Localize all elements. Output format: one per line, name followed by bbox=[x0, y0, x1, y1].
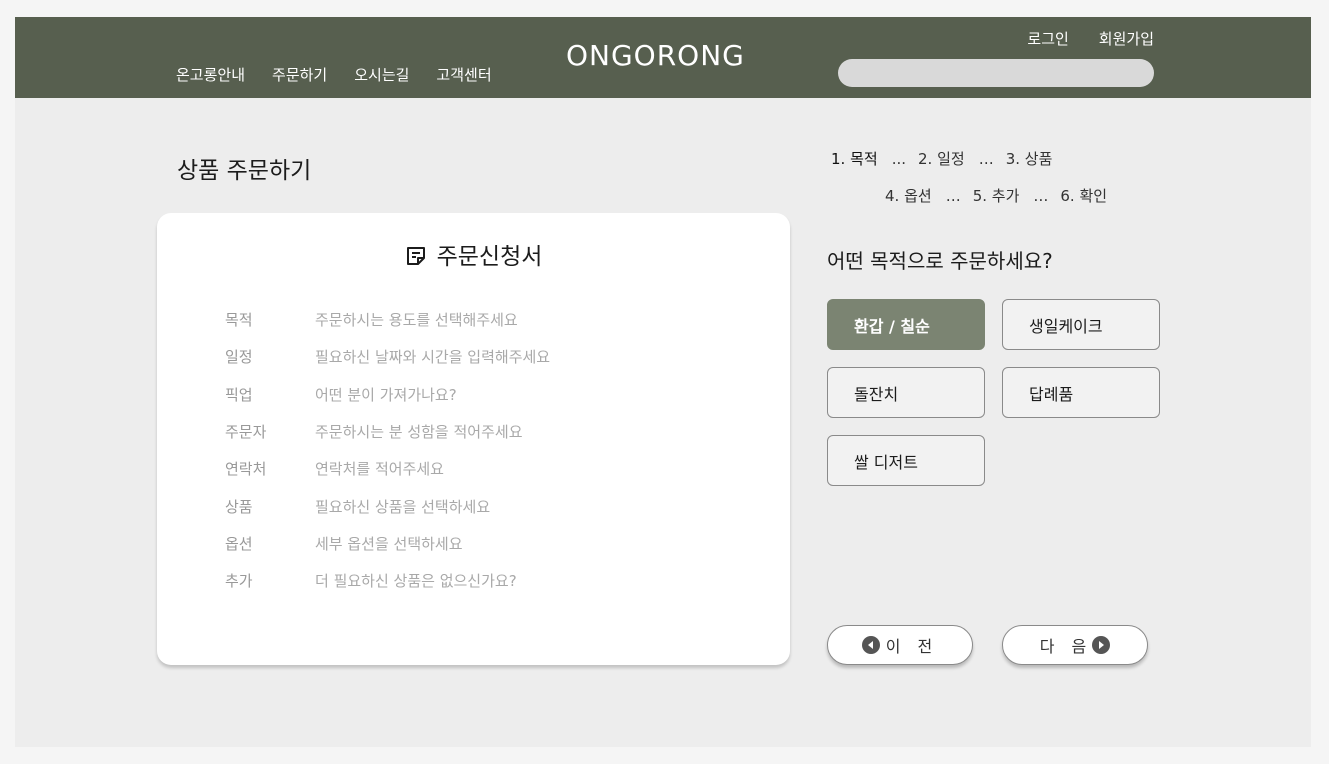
row-label: 일정 bbox=[225, 348, 253, 366]
step-4: 4. 옵션 bbox=[885, 187, 932, 205]
step-2: 2. 일정 bbox=[918, 150, 965, 168]
option-first-birthday-button[interactable]: 돌잔치 bbox=[827, 367, 985, 418]
nav-directions[interactable]: 오시는길 bbox=[354, 64, 409, 85]
order-form-card: 주문신청서 목적 주문하시는 용도를 선택해주세요 일정 필요하신 날짜와 시간… bbox=[157, 213, 790, 665]
row-placeholder: 어떤 분이 가져가나요? bbox=[315, 386, 457, 404]
row-label: 주문자 bbox=[225, 423, 267, 441]
row-placeholder: 더 필요하신 상품은 없으신가요? bbox=[315, 572, 517, 590]
card-title-text: 주문신청서 bbox=[436, 244, 543, 270]
row-label: 옵션 bbox=[225, 535, 253, 553]
nav-about[interactable]: 온고롱안내 bbox=[176, 64, 245, 85]
row-label: 목적 bbox=[225, 311, 253, 329]
document-icon bbox=[405, 245, 427, 273]
option-anniversary-button[interactable]: 환갑 / 칠순 bbox=[827, 299, 985, 350]
step-5: 5. 추가 bbox=[972, 187, 1020, 205]
step-1: 1. 목적 bbox=[831, 150, 878, 168]
step-3: 3. 상품 bbox=[1005, 150, 1053, 168]
row-placeholder: 주문하시는 용도를 선택해주세요 bbox=[315, 311, 518, 329]
option-return-gift-button[interactable]: 답례품 bbox=[1002, 367, 1160, 418]
form-row-purpose[interactable]: 목적 주문하시는 용도를 선택해주세요 bbox=[225, 309, 518, 330]
main-nav: 온고롱안내 주문하기 오시는길 고객센터 bbox=[176, 64, 519, 85]
form-row-contact[interactable]: 연락처 연락처를 적어주세요 bbox=[225, 458, 444, 479]
auth-links: 로그인 회원가입 bbox=[997, 28, 1154, 49]
row-label: 추가 bbox=[225, 572, 253, 590]
form-row-extra[interactable]: 추가 더 필요하신 상품은 없으신가요? bbox=[225, 570, 517, 591]
card-title: 주문신청서 bbox=[157, 237, 790, 273]
form-row-orderer[interactable]: 주문자 주문하시는 분 성함을 적어주세요 bbox=[225, 421, 523, 442]
arrow-left-icon bbox=[861, 636, 880, 654]
row-label: 상품 bbox=[225, 498, 253, 516]
step-separator: ... bbox=[891, 150, 906, 168]
row-placeholder: 주문하시는 분 성함을 적어주세요 bbox=[315, 423, 523, 441]
nav-order[interactable]: 주문하기 bbox=[272, 64, 327, 85]
step-separator: … bbox=[978, 150, 994, 168]
row-placeholder: 필요하신 날짜와 시간을 입력해주세요 bbox=[315, 348, 551, 366]
option-birthday-cake-button[interactable]: 생일케이크 bbox=[1002, 299, 1160, 350]
signup-link[interactable]: 회원가입 bbox=[1099, 28, 1154, 49]
search-input[interactable] bbox=[838, 59, 1154, 87]
next-button[interactable]: 다 음 bbox=[1002, 625, 1148, 665]
site-header: 온고롱안내 주문하기 오시는길 고객센터 ONGORONG 로그인 회원가입 bbox=[15, 17, 1311, 98]
nav-support[interactable]: 고객센터 bbox=[436, 64, 491, 85]
next-button-label: 다 음 bbox=[1039, 637, 1093, 656]
site-logo[interactable]: ONGORONG bbox=[566, 39, 745, 72]
row-placeholder: 연락처를 적어주세요 bbox=[315, 460, 444, 478]
row-placeholder: 세부 옵션을 선택하세요 bbox=[315, 535, 463, 553]
prev-button-label: 이 전 bbox=[885, 637, 939, 656]
step-separator: … bbox=[1033, 187, 1049, 205]
login-link[interactable]: 로그인 bbox=[1027, 28, 1068, 49]
prev-button[interactable]: 이 전 bbox=[827, 625, 973, 665]
row-label: 연락처 bbox=[225, 460, 267, 478]
row-placeholder: 필요하신 상품을 선택하세요 bbox=[315, 498, 491, 516]
page-title: 상품 주문하기 bbox=[177, 158, 312, 184]
row-label: 픽업 bbox=[225, 386, 253, 404]
step-separator: … bbox=[945, 187, 961, 205]
form-row-schedule[interactable]: 일정 필요하신 날짜와 시간을 입력해주세요 bbox=[225, 346, 550, 367]
arrow-right-icon bbox=[1092, 636, 1111, 654]
option-rice-dessert-button[interactable]: 쌀 디저트 bbox=[827, 435, 985, 486]
step-6: 6. 확인 bbox=[1060, 187, 1108, 205]
purpose-question: 어떤 목적으로 주문하세요? bbox=[827, 249, 1053, 273]
app-frame: 온고롱안내 주문하기 오시는길 고객센터 ONGORONG 로그인 회원가입 상… bbox=[15, 17, 1311, 747]
form-row-product[interactable]: 상품 필요하신 상품을 선택하세요 bbox=[225, 496, 490, 517]
form-row-option[interactable]: 옵션 세부 옵션을 선택하세요 bbox=[225, 533, 463, 554]
form-row-pickup[interactable]: 픽업 어떤 분이 가져가나요? bbox=[225, 384, 457, 405]
